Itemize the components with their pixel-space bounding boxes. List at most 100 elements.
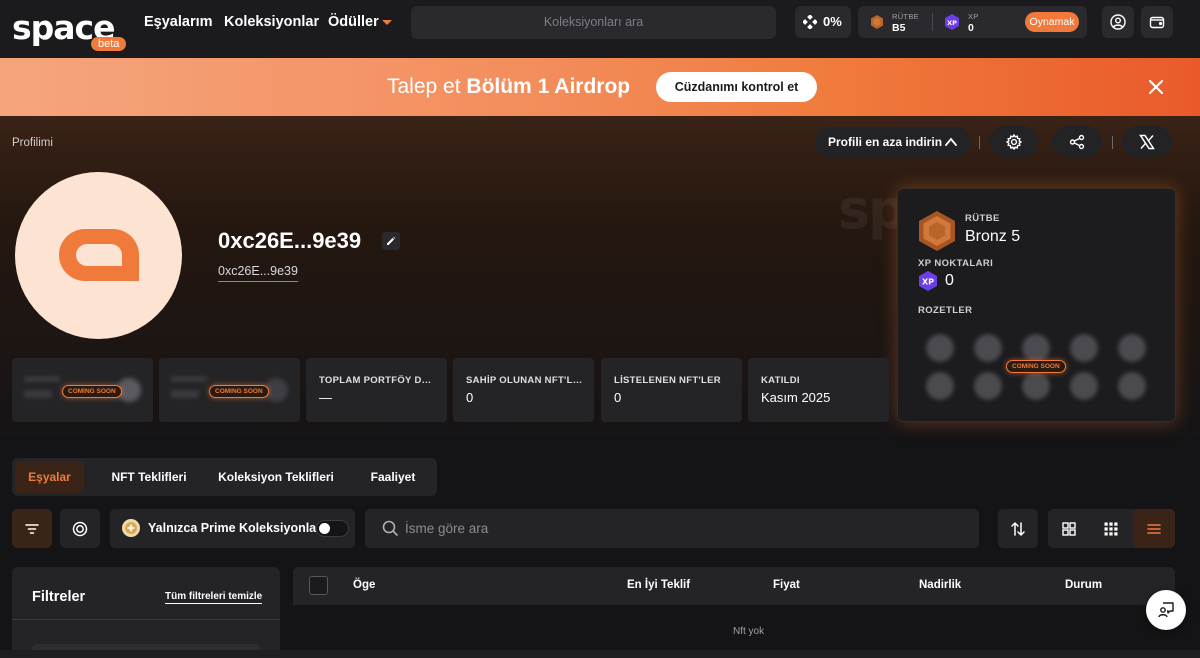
- xp-mini-value: 0: [968, 22, 974, 34]
- support-chat-button[interactable]: [1146, 590, 1186, 630]
- footer-strip: [0, 650, 1200, 658]
- target-icon: [72, 521, 88, 537]
- stat-card-joined: KATILDI Kasım 2025: [748, 358, 889, 422]
- stat-value: Kasım 2025: [761, 390, 831, 405]
- sort-arrows-icon: [1011, 522, 1025, 536]
- tab-items[interactable]: Eşyalar: [15, 461, 84, 493]
- toggle-knob: [319, 523, 330, 534]
- close-icon[interactable]: [1146, 77, 1166, 97]
- xp-points-value: 0: [945, 272, 954, 289]
- name-search-input[interactable]: [405, 509, 965, 548]
- rank-mini-label: RÜTBE: [892, 12, 919, 21]
- settings-button[interactable]: [989, 126, 1039, 158]
- badge-placeholder: [1118, 334, 1146, 362]
- badge-placeholder: [1118, 372, 1146, 400]
- stat-card-portfolio-value: TOPLAM PORTFÖY DEĞERİ —: [306, 358, 447, 422]
- stat-card-owned-nfts: SAHİP OLUNAN NFT'LER 0: [453, 358, 594, 422]
- filters-panel: Filtreler Tüm filtreleri temizle: [12, 567, 280, 658]
- name-search-field[interactable]: [365, 509, 979, 548]
- select-all-checkbox[interactable]: [309, 576, 328, 595]
- user-circle-icon: [1110, 14, 1126, 30]
- pill-divider: [932, 13, 933, 31]
- column-item[interactable]: Öge: [353, 579, 375, 591]
- wallet-address-copy[interactable]: 0xc26E...9e39: [218, 264, 298, 282]
- check-wallet-button[interactable]: Cüzdanımı kontrol et: [656, 72, 817, 102]
- wallet-button[interactable]: [1141, 6, 1173, 38]
- profile-button[interactable]: [1102, 6, 1134, 38]
- share-icon: [1069, 134, 1085, 150]
- stat-label: SAHİP OLUNAN NFT'LER: [466, 375, 584, 386]
- clear-filters-link[interactable]: Tüm filtreleri temizle: [165, 591, 263, 604]
- play-button[interactable]: Oynamak: [1025, 12, 1079, 32]
- column-status[interactable]: Durum: [1065, 579, 1102, 591]
- prime-collections-filter[interactable]: Yalnızca Prime Koleksiyonları: [110, 509, 355, 548]
- svg-text:XP: XP: [922, 278, 934, 287]
- nav-link-my-items[interactable]: Eşyalarım: [144, 14, 213, 30]
- coming-soon-badge: COMING SOON: [1006, 360, 1066, 373]
- search-icon: [382, 520, 398, 536]
- tab-collection-offers[interactable]: Koleksiyon Teklifleri: [208, 461, 344, 493]
- filters-divider: [12, 619, 280, 620]
- prime-collections-label: Yalnızca Prime Koleksiyonları: [148, 521, 325, 535]
- stat-label: LİSTELENEN NFT'LER: [614, 375, 721, 386]
- stat-label: TOPLAM PORTFÖY DEĞERİ: [319, 375, 437, 386]
- chat-support-icon: [1158, 602, 1174, 618]
- space-logo[interactable]: space beta: [12, 8, 127, 52]
- tab-activity[interactable]: Faaliyet: [358, 461, 428, 493]
- badge-placeholder: [1070, 372, 1098, 400]
- badge-placeholder: [1070, 334, 1098, 362]
- coming-soon-badge: COMING SOON: [62, 385, 122, 398]
- view-mode-group: [1048, 509, 1175, 548]
- blurred-value: [171, 390, 199, 398]
- badge-placeholder: [926, 372, 954, 400]
- view-small-grid-button[interactable]: [1090, 509, 1132, 548]
- refresh-button[interactable]: [60, 509, 100, 548]
- filter-toggle-button[interactable]: [12, 509, 52, 548]
- column-price[interactable]: Fiyat: [773, 579, 800, 591]
- share-button[interactable]: [1052, 126, 1102, 158]
- percent-pill[interactable]: 0%: [795, 6, 851, 38]
- badge-placeholder: [974, 372, 1002, 400]
- nav-link-rewards-label: Ödüller: [328, 14, 379, 30]
- badge-placeholder: [974, 334, 1002, 362]
- xp-points-label: XP NOKTALARI: [918, 258, 994, 269]
- stat-card-locked: COMING SOON: [159, 358, 300, 422]
- xp-icon: XP: [919, 271, 937, 291]
- view-large-grid-button[interactable]: [1048, 509, 1090, 548]
- view-list-button[interactable]: [1133, 509, 1175, 548]
- rank-card: RÜTBE Bronz 5 XP NOKTALARI XP 0 ROZETLER…: [897, 188, 1176, 422]
- grid-2x2-icon: [1062, 522, 1076, 536]
- banner-text-pre: Talep et: [387, 75, 461, 98]
- nav-link-rewards[interactable]: Ödüller: [328, 14, 392, 30]
- chevron-down-icon: [381, 19, 392, 25]
- minimize-profile-button[interactable]: Profili en aza indirin: [815, 127, 971, 158]
- filters-title: Filtreler: [32, 589, 86, 605]
- x-logo-icon: [1139, 134, 1155, 150]
- minimize-profile-label: Profili en aza indirin: [828, 135, 943, 149]
- badge-placeholder: [1022, 372, 1050, 400]
- badge-placeholder: [1022, 334, 1050, 362]
- svg-text:XP: XP: [947, 19, 957, 27]
- edit-name-button[interactable]: [382, 232, 400, 250]
- prime-toggle[interactable]: [316, 520, 349, 537]
- airdrop-banner: Talep et Bölüm 1 Airdrop Cüzdanımı kontr…: [0, 58, 1200, 116]
- breadcrumb[interactable]: Profilimi: [12, 137, 53, 149]
- column-rarity[interactable]: Nadirlik: [919, 579, 961, 591]
- rank-xp-pill[interactable]: RÜTBE B5 XP XP 0 Oynamak: [858, 6, 1087, 38]
- list-icon: [1147, 524, 1161, 534]
- x-twitter-button[interactable]: [1122, 126, 1172, 158]
- xp-mini-label: XP: [968, 12, 979, 21]
- prime-coin-icon: [122, 519, 140, 537]
- beta-badge: beta: [91, 37, 127, 51]
- stat-card-listed-nfts: LİSTELENEN NFT'LER 0: [601, 358, 742, 422]
- nav-link-collections[interactable]: Koleksiyonlar: [224, 14, 319, 30]
- blurred-label: [171, 376, 207, 382]
- column-best-offer[interactable]: En İyi Teklif: [627, 579, 690, 591]
- tab-nft-offers[interactable]: NFT Teklifleri: [98, 461, 200, 493]
- top-navbar: space beta Eşyalarım Koleksiyonlar Ödüll…: [0, 0, 1200, 58]
- collection-search-input[interactable]: Koleksiyonları ara: [411, 6, 776, 39]
- rank-label: RÜTBE: [965, 213, 1000, 224]
- stat-card-locked: COMING SOON: [12, 358, 153, 422]
- sort-button[interactable]: [998, 509, 1038, 548]
- avatar: [15, 172, 182, 339]
